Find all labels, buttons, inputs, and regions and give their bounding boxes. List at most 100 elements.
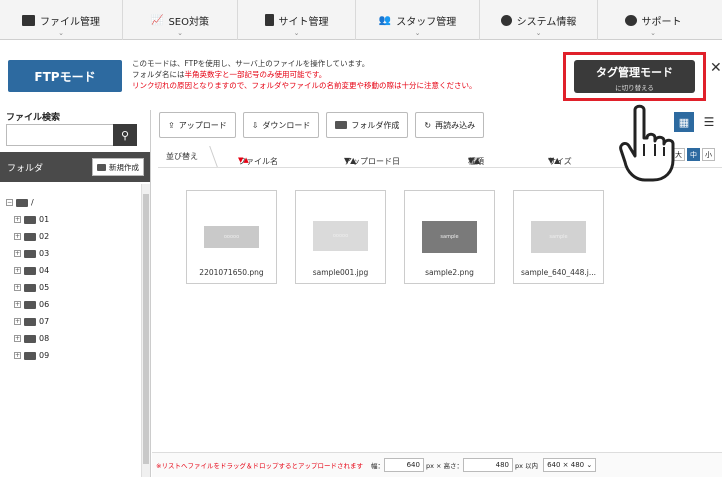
expand-icon[interactable]: + xyxy=(14,250,21,257)
thumb-size-control: 大 中 小 xyxy=(672,148,715,161)
tree-folder-08[interactable]: +08 xyxy=(6,330,141,347)
search-button[interactable]: ⚲ xyxy=(113,124,137,146)
size-medium-button[interactable]: 中 xyxy=(687,148,700,161)
size-small-button[interactable]: 小 xyxy=(702,148,715,161)
tag-mode-switch-button[interactable]: タグ管理モード に切り替える xyxy=(574,60,695,93)
upload-button[interactable]: ⇪ アップロード xyxy=(159,112,236,138)
list-icon: ☰ xyxy=(703,115,715,129)
chevron-down-icon: ⌄ xyxy=(58,29,64,37)
folder-label: 07 xyxy=(39,317,50,326)
width-label: 幅： xyxy=(370,462,384,470)
ftp-mode-button[interactable]: FTPモード xyxy=(8,60,122,92)
reload-button[interactable]: ↻ 再読み込み xyxy=(415,112,485,138)
chevron-down-icon: ⌄ xyxy=(650,29,656,37)
chevron-down-icon: ⌄ xyxy=(535,29,542,37)
file-name: sample2.png xyxy=(425,268,474,277)
nav-label: スタッフ管理 xyxy=(396,16,457,28)
folder-header: フォルダ 新規作成 xyxy=(0,152,150,182)
folder-icon xyxy=(24,215,36,224)
height-input[interactable]: 480 xyxy=(463,458,514,472)
nav-seo[interactable]: 📈 SEO対策 ⌄ xyxy=(123,0,238,40)
pointing-hand-icon xyxy=(619,104,675,182)
file-tile[interactable]: ooooo sample001.jpg xyxy=(295,190,386,284)
collapse-icon[interactable]: − xyxy=(6,199,13,206)
file-grid: ooooo 2201071650.png ooooo sample001.jpg… xyxy=(186,190,604,284)
folder-add-icon xyxy=(97,163,106,171)
expand-icon[interactable]: + xyxy=(14,233,21,240)
nav-file-management[interactable]: ファイル管理 ⌄ xyxy=(0,0,123,40)
folder-label: 05 xyxy=(39,283,50,292)
tree-folder-02[interactable]: +02 xyxy=(6,228,141,245)
nav-system-info[interactable]: システム情報 ⌄ xyxy=(480,0,598,40)
expand-icon[interactable]: + xyxy=(14,318,21,325)
nav-label: システム情報 xyxy=(516,16,577,28)
folder-title: フォルダ xyxy=(7,163,44,174)
reload-label: 再読み込み xyxy=(435,120,476,130)
tree-folder-03[interactable]: +03 xyxy=(6,245,141,262)
site-icon xyxy=(264,14,274,26)
search-label: ファイル検索 xyxy=(6,113,61,123)
tag-button-label: タグ管理モード xyxy=(596,66,673,79)
file-toolbar: ⇪ アップロード ⇩ ダウンロード フォルダ作成 ↻ 再読み込み xyxy=(159,112,485,138)
expand-icon[interactable]: + xyxy=(14,267,21,274)
expand-icon[interactable]: + xyxy=(14,284,21,291)
folder-label: 02 xyxy=(39,232,50,241)
width-unit: px × 高さ： xyxy=(425,462,464,470)
file-tile[interactable]: sample sample_640_448.j... xyxy=(513,190,604,284)
file-tile[interactable]: ooooo 2201071650.png xyxy=(186,190,277,284)
nav-label: ファイル管理 xyxy=(40,16,100,28)
create-folder-button[interactable]: フォルダ作成 xyxy=(326,112,409,138)
new-folder-button[interactable]: 新規作成 xyxy=(92,158,144,176)
upload-footer: ※リストへファイルをドラッグ＆ドロップするとアップロードされます 幅： 640 … xyxy=(152,452,722,477)
list-view-button[interactable]: ☰ xyxy=(700,112,718,132)
tree-folder-07[interactable]: +07 xyxy=(6,313,141,330)
tree-folder-04[interactable]: +04 xyxy=(6,262,141,279)
chart-icon: 📈 xyxy=(151,14,164,26)
expand-icon[interactable]: + xyxy=(14,352,21,359)
chevron-down-icon: ⌄ xyxy=(293,29,300,37)
size-preset-select[interactable]: 640 × 480 ⌄ xyxy=(543,458,597,472)
expand-icon[interactable]: + xyxy=(14,301,21,308)
nav-support[interactable]: サポート ⌄ xyxy=(598,0,708,40)
search-input[interactable] xyxy=(6,124,114,146)
mode-description: このモードは、FTPを使用し、サーバ上のファイルを操作しています。 フォルダ名に… xyxy=(132,58,476,91)
nav-site-management[interactable]: サイト管理 ⌄ xyxy=(238,0,356,40)
desc-line-2-a: フォルダ名には xyxy=(132,70,185,79)
file-tile[interactable]: sample sample2.png xyxy=(404,190,495,284)
top-nav: ファイル管理 ⌄ 📈 SEO対策 ⌄ サイト管理 ⌄ 👥 スタッフ管理 ⌄ シス… xyxy=(0,0,722,40)
scrollbar-thumb[interactable] xyxy=(143,194,149,464)
tag-mode-highlight: タグ管理モード に切り替える xyxy=(563,52,706,101)
expand-icon[interactable]: + xyxy=(14,216,21,223)
download-button[interactable]: ⇩ ダウンロード xyxy=(242,112,320,138)
tree-folder-01[interactable]: +01 xyxy=(6,211,141,228)
folder-label: 08 xyxy=(39,334,50,343)
sort-label: 並び替え xyxy=(166,152,198,161)
image-icon xyxy=(22,14,35,26)
desc-line-3: リンク切れの原因となりますので、フォルダやファイルの名前変更や移動の際は十分に注… xyxy=(132,81,477,90)
sort-arrows-icon: ▼▲ xyxy=(238,156,249,164)
folder-scrollbar[interactable] xyxy=(141,184,150,477)
folder-label: 04 xyxy=(39,266,50,275)
tree-folder-05[interactable]: +05 xyxy=(6,279,141,296)
tree-folder-06[interactable]: +06 xyxy=(6,296,141,313)
nav-label: SEO対策 xyxy=(168,16,209,28)
support-icon xyxy=(624,14,637,26)
grid-icon: ▦ xyxy=(678,115,690,129)
file-thumbnail: ooooo xyxy=(204,226,259,248)
nav-staff-management[interactable]: 👥 スタッフ管理 ⌄ xyxy=(356,0,480,40)
close-icon[interactable]: ✕ xyxy=(710,60,722,76)
desc-line-2-b: 半角英数字と一部記号のみ使用可能です。 xyxy=(184,70,327,79)
expand-icon[interactable]: + xyxy=(14,335,21,342)
people-icon: 👥 xyxy=(378,14,392,26)
width-input[interactable]: 640 xyxy=(383,458,424,472)
folder-icon xyxy=(24,266,36,275)
grid-view-button[interactable]: ▦ xyxy=(674,112,694,132)
folder-label: 06 xyxy=(39,300,50,309)
tree-root[interactable]: − / xyxy=(6,194,141,211)
file-thumbnail: sample xyxy=(531,221,586,253)
folder-icon xyxy=(24,249,36,258)
folder-icon xyxy=(16,198,28,207)
tree-root-label: / xyxy=(31,198,34,207)
sort-separator xyxy=(202,146,218,167)
tree-folder-09[interactable]: +09 xyxy=(6,347,141,364)
